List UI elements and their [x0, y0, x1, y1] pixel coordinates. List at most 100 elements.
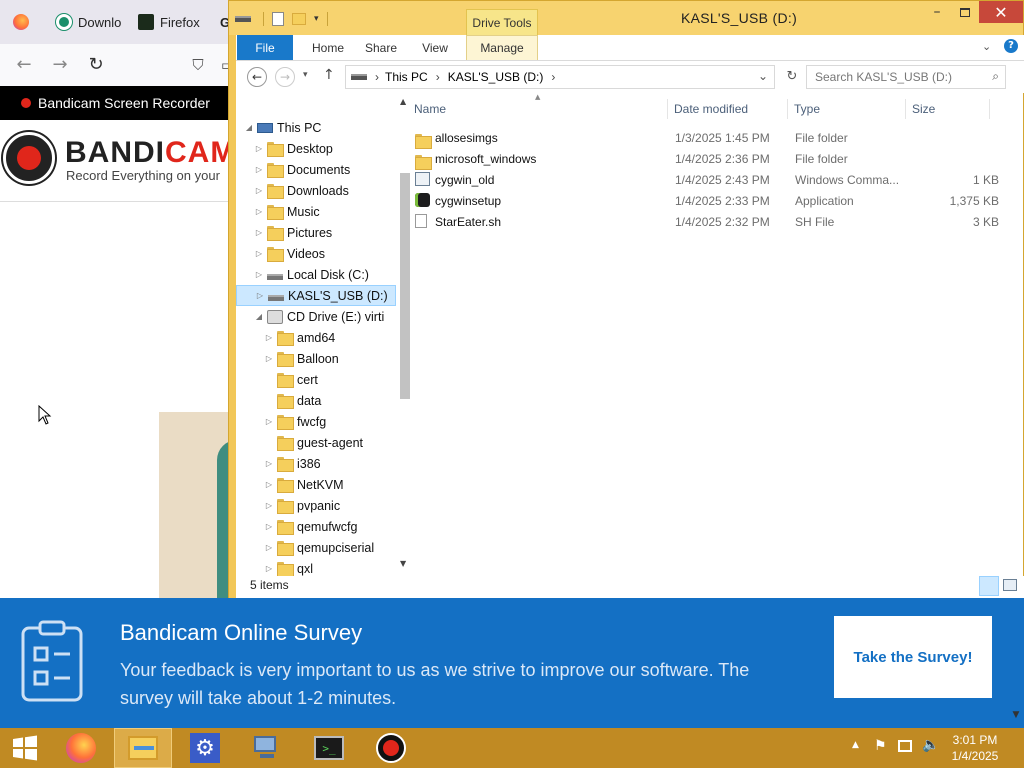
drive-icon[interactable]: [235, 16, 251, 22]
nav-tree-item[interactable]: ▷ Music: [236, 201, 396, 222]
expand-arrow-icon[interactable]: ▷: [264, 459, 274, 468]
take-survey-button[interactable]: Take the Survey!: [834, 616, 992, 698]
file-row[interactable]: microsoft_windows 1/4/2025 2:36 PM File fo…: [413, 148, 1013, 170]
nav-tree-item[interactable]: ▷ amd64: [236, 327, 396, 348]
nav-tree-item[interactable]: data: [236, 390, 396, 411]
help-icon[interactable]: ?: [1004, 39, 1018, 53]
tab-home[interactable]: Home: [302, 35, 354, 60]
breadcrumb-separator-icon[interactable]: ›: [551, 70, 555, 84]
bandicam-logo-icon[interactable]: [3, 132, 55, 184]
tab-view[interactable]: View: [410, 35, 460, 60]
large-icons-view-icon[interactable]: [1003, 579, 1017, 591]
taskbar-settings[interactable]: ⚙: [176, 728, 234, 768]
scroll-up-icon[interactable]: ▲: [400, 97, 406, 106]
shield-icon[interactable]: ⛉: [186, 53, 210, 77]
nav-tree-item[interactable]: ▷ fwcfg: [236, 411, 396, 432]
show-hidden-icons-icon[interactable]: ▲: [852, 740, 859, 750]
maximize-button[interactable]: [951, 1, 979, 23]
action-center-flag-icon[interactable]: ⚑: [874, 738, 887, 754]
collapse-arrow-icon[interactable]: ◢: [254, 312, 264, 321]
ribbon-expand-icon[interactable]: ⌄: [982, 40, 991, 53]
recent-locations-icon[interactable]: ▾: [303, 70, 308, 80]
file-row[interactable]: cygwinsetup 1/4/2025 2:33 PM Application 1,…: [413, 190, 1013, 211]
nav-tree-item[interactable]: ◢ CD Drive (E:) virti: [236, 306, 396, 327]
title-bar[interactable]: ▾ Drive Tools KASL'S_USB (D:) – ✕: [229, 1, 1023, 35]
scroll-down-icon[interactable]: ▼: [400, 559, 406, 568]
network-status-icon[interactable]: [898, 740, 912, 752]
nav-tree-item[interactable]: ▷ Downloads: [236, 180, 396, 201]
bandicam-wordmark[interactable]: BANDICAM: [65, 136, 236, 170]
nav-tree-item[interactable]: ▷ KASL'S_USB (D:): [236, 285, 396, 306]
nav-tree-item[interactable]: ▷ Desktop: [236, 138, 396, 159]
nav-tree-item[interactable]: ▷ Local Disk (C:): [236, 264, 396, 285]
minimize-button[interactable]: –: [923, 1, 951, 23]
taskbar-console[interactable]: >_: [300, 728, 358, 768]
expand-arrow-icon[interactable]: ▷: [254, 144, 264, 153]
nav-tree-item[interactable]: ◢ This PC: [236, 117, 396, 138]
volume-muted-icon[interactable]: 🔈: [922, 737, 939, 753]
breadcrumb-separator-icon[interactable]: ›: [375, 70, 379, 84]
expand-arrow-icon[interactable]: ▷: [255, 291, 265, 300]
close-button[interactable]: ✕: [979, 1, 1023, 23]
breadcrumb-kasls-usb[interactable]: KASL'S_USB (D:): [448, 70, 544, 84]
expand-arrow-icon[interactable]: ▷: [254, 228, 264, 237]
navigation-scrollbar[interactable]: ▲ ▼: [396, 93, 413, 576]
nav-tree-item[interactable]: ▷ qemufwcfg: [236, 516, 396, 537]
properties-icon[interactable]: [272, 12, 284, 26]
file-row[interactable]: StarEater.sh 1/4/2025 2:32 PM SH File 3 KB: [413, 211, 1013, 232]
expand-arrow-icon[interactable]: ▷: [264, 333, 274, 342]
firefox-menu-tab[interactable]: [0, 0, 42, 44]
tab-manage[interactable]: Manage: [466, 35, 538, 60]
expand-arrow-icon[interactable]: ▷: [254, 270, 264, 279]
scroll-down-icon[interactable]: ▼: [1008, 710, 1024, 726]
nav-tree-item[interactable]: ▷ i386: [236, 453, 396, 474]
expand-arrow-icon[interactable]: ▷: [264, 480, 274, 489]
nav-tree-item[interactable]: ▷ NetKVM: [236, 474, 396, 495]
column-header-size[interactable]: Size: [910, 99, 990, 119]
clock[interactable]: 3:01 PM 1/4/2025: [950, 732, 1000, 764]
expand-arrow-icon[interactable]: ▷: [254, 207, 264, 216]
column-header-date[interactable]: Date modified: [672, 99, 788, 119]
expand-arrow-icon[interactable]: ▷: [254, 249, 264, 258]
expand-arrow-icon[interactable]: ▷: [264, 522, 274, 531]
nav-tree-item[interactable]: ▷ pvpanic: [236, 495, 396, 516]
tab-downloads[interactable]: Downlo: [44, 0, 124, 44]
back-arrow-icon[interactable]: ←: [12, 53, 36, 77]
tab-firefox[interactable]: Firefox: [126, 0, 206, 44]
address-dropdown-icon[interactable]: ⌄: [758, 69, 768, 83]
address-bar[interactable]: › This PC › KASL'S_USB (D:) › ⌄: [345, 65, 775, 89]
start-button[interactable]: [0, 728, 50, 768]
breadcrumb-separator-icon[interactable]: ›: [436, 70, 440, 84]
taskbar-network[interactable]: [238, 728, 296, 768]
nav-tree-item[interactable]: ▷ Documents: [236, 159, 396, 180]
nav-tree-item[interactable]: ▷ Balloon: [236, 348, 396, 369]
nav-tree-item[interactable]: ▷ qemupciserial: [236, 537, 396, 558]
expand-arrow-icon[interactable]: ▷: [264, 417, 274, 426]
back-button[interactable]: ←: [247, 67, 267, 87]
taskbar-file-explorer[interactable]: [114, 728, 172, 768]
search-input[interactable]: Search KASL'S_USB (D:) ⌕: [806, 65, 1006, 89]
nav-tree-item[interactable]: ▷ Pictures: [236, 222, 396, 243]
expand-arrow-icon[interactable]: ▷: [264, 564, 274, 573]
expand-arrow-icon[interactable]: ▷: [254, 165, 264, 174]
taskbar-firefox[interactable]: [52, 728, 110, 768]
file-row[interactable]: allosesimgs 1/3/2025 1:45 PM File folder: [413, 127, 1013, 149]
refresh-button[interactable]: ↻: [782, 67, 802, 89]
taskbar-bandicam[interactable]: [362, 728, 420, 768]
expand-arrow-icon[interactable]: ▷: [264, 354, 274, 363]
scrollbar-thumb[interactable]: [400, 173, 410, 399]
reload-icon[interactable]: ↻: [84, 53, 108, 77]
nav-tree-item[interactable]: ▷ qxl: [236, 558, 396, 576]
tab-file[interactable]: File: [237, 35, 293, 60]
up-folder-icon[interactable]: ↑: [323, 67, 335, 83]
tab-share[interactable]: Share: [356, 35, 406, 60]
collapse-arrow-icon[interactable]: ◢: [244, 123, 254, 132]
file-row[interactable]: cygwin_old 1/4/2025 2:43 PM Windows Comma.…: [413, 169, 1013, 190]
expand-arrow-icon[interactable]: ▷: [254, 186, 264, 195]
column-header-name[interactable]: Name: [413, 99, 668, 119]
forward-button[interactable]: →: [275, 67, 295, 87]
expand-arrow-icon[interactable]: ▷: [264, 543, 274, 552]
breadcrumb-this-pc[interactable]: This PC: [385, 70, 428, 84]
nav-tree-item[interactable]: guest-agent: [236, 432, 396, 453]
column-header-type[interactable]: Type: [792, 99, 906, 119]
